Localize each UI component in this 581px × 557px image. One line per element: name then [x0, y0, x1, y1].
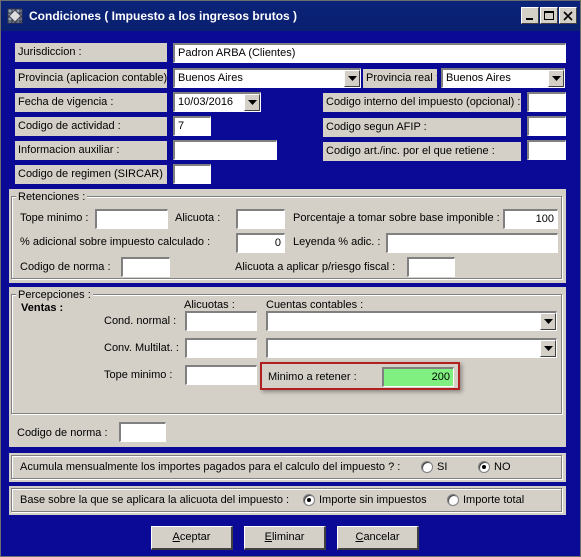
minimize-button[interactable] [521, 7, 539, 24]
chevron-down-icon [552, 76, 561, 81]
codigo-actividad-label: Codigo de actividad : [15, 117, 167, 136]
base-sin-impuestos-radio[interactable] [303, 494, 315, 506]
ret-alicuota-field[interactable] [236, 209, 285, 229]
provincia-real-label: Provincia real : [363, 69, 437, 88]
eliminar-button[interactable]: Eliminar [244, 526, 326, 550]
base-question: Base sobre la que se aplicara la alicuot… [20, 494, 290, 506]
fecha-vigencia-picker[interactable]: 10/03/2016 [173, 92, 261, 112]
codigo-interno-label: Codigo interno del impuesto (opcional) : [323, 93, 521, 112]
retenciones-group-label: Retenciones : [16, 191, 88, 203]
ret-alicuota-riesgo-label: Alicuota a aplicar p/riesgo fiscal : [235, 261, 396, 273]
codigo-afip-label: Codigo segun AFIP : [323, 118, 521, 137]
provincia-contable-dropdown[interactable] [344, 70, 360, 87]
provincia-contable-value: Buenos Aires [178, 72, 243, 84]
alicuotas-header: Alicuotas : [184, 299, 235, 311]
ret-alicuota-riesgo-field[interactable] [407, 257, 455, 277]
ret-tope-minimo-field[interactable] [95, 209, 168, 229]
close-button[interactable] [559, 7, 577, 24]
fecha-vigencia-dropdown[interactable] [244, 94, 260, 111]
codigo-art-label: Codigo art./inc. por el que retiene : [323, 142, 521, 161]
acumula-si-radio[interactable] [421, 461, 433, 473]
codigo-regimen-field[interactable] [173, 164, 211, 184]
provincia-real-dropdown[interactable] [548, 70, 564, 87]
cond-normal-label: Cond. normal : [104, 315, 177, 327]
jurisdiccion-label: Jurisdiccion : [15, 43, 167, 62]
cond-normal-cuenta-combo[interactable] [266, 311, 557, 331]
retenciones-panel: Retenciones : Tope minimo : Alicuota : P… [9, 189, 566, 283]
base-total-label[interactable]: Importe total [463, 494, 524, 506]
chevron-down-icon [348, 76, 357, 81]
acumula-question: Acumula mensualmente los importes pagado… [20, 461, 401, 473]
info-auxiliar-field[interactable] [173, 140, 277, 160]
fecha-vigencia-label: Fecha de vigencia : [15, 93, 167, 112]
ret-tope-minimo-label: Tope minimo : [20, 212, 89, 224]
chevron-down-icon [248, 100, 257, 105]
chevron-down-icon [544, 346, 553, 351]
ret-leyenda-field[interactable] [386, 233, 558, 253]
codigo-afip-field[interactable] [527, 116, 566, 136]
aceptar-button[interactable]: Aceptar [151, 526, 233, 550]
cond-normal-cuenta-dropdown[interactable] [540, 313, 556, 330]
perc-tope-minimo-label: Tope minimo : [104, 369, 173, 381]
base-sin-impuestos-label[interactable]: Importe sin impuestos [319, 494, 427, 506]
percepciones-panel: Percepciones : Ventas : Alicuotas : Cuen… [9, 287, 566, 447]
cancelar-label: ancelar [363, 531, 400, 543]
close-icon [563, 11, 573, 21]
conv-multilat-cuenta-combo[interactable] [266, 338, 557, 358]
acumula-no-label[interactable]: NO [494, 461, 511, 473]
acumula-panel: Acumula mensualmente los importes pagado… [9, 453, 566, 482]
cancelar-button[interactable]: Cancelar [337, 526, 419, 550]
provincia-contable-label: Provincia (aplicacion contable) [15, 69, 167, 88]
perc-codigo-norma-label: Codigo de norma : [17, 427, 108, 439]
provincia-real-combo[interactable]: Buenos Aires [441, 68, 565, 88]
provincia-real-value: Buenos Aires [446, 72, 511, 84]
conv-multilat-cuenta-dropdown[interactable] [540, 340, 556, 357]
cuentas-header: Cuentas contables : [266, 299, 364, 311]
acumula-si-label[interactable]: SI [437, 461, 447, 473]
fecha-vigencia-value: 10/03/2016 [178, 96, 234, 108]
provincia-contable-combo[interactable]: Buenos Aires [173, 68, 361, 88]
ventas-label: Ventas : [21, 302, 64, 314]
ret-porcentaje-label: Porcentaje a tomar sobre base imponible … [293, 212, 500, 224]
ret-alicuota-label: Alicuota : [175, 212, 221, 224]
ret-leyenda-label: Leyenda % adic. : [293, 236, 381, 248]
conditions-window: Condiciones ( Impuesto a los ingresos br… [0, 0, 581, 557]
base-panel: Base sobre la que se aplicara la alicuot… [9, 486, 566, 515]
conv-multilat-alicuota-field[interactable] [185, 338, 257, 358]
codigo-art-field[interactable] [527, 140, 566, 160]
title-bar[interactable]: Condiciones ( Impuesto a los ingresos br… [1, 1, 580, 31]
window-title: Condiciones ( Impuesto a los ingresos br… [29, 9, 298, 23]
codigo-actividad-field[interactable]: 7 [173, 116, 211, 136]
aceptar-label: ceptar [179, 531, 211, 543]
minimo-retener-highlight: Minimo a retener : 200 [260, 362, 460, 390]
maximize-icon [544, 11, 554, 20]
acumula-no-radio[interactable] [478, 461, 490, 473]
ret-codigo-norma-label: Codigo de norma : [20, 261, 111, 273]
perc-codigo-norma-field[interactable] [119, 422, 166, 442]
minimo-retener-label: Minimo a retener : [268, 371, 357, 383]
eliminar-label: liminar [271, 531, 305, 543]
minimo-retener-field[interactable]: 200 [382, 367, 454, 387]
codigo-regimen-label: Codigo de regimen (SIRCAR) : [15, 165, 167, 184]
ret-porcentaje-field[interactable]: 100 [503, 209, 558, 229]
codigo-interno-field[interactable] [527, 92, 566, 112]
minimize-icon [526, 18, 533, 20]
chevron-down-icon [544, 319, 553, 324]
maximize-button[interactable] [540, 7, 558, 24]
info-auxiliar-label: Informacion auxiliar : [15, 141, 167, 160]
jurisdiccion-field[interactable]: Padron ARBA (Clientes) [173, 43, 566, 63]
perc-tope-minimo-field[interactable] [185, 365, 257, 385]
percepciones-group-label: Percepciones : [16, 289, 93, 301]
ret-adicional-label: % adicional sobre impuesto calculado : [20, 236, 211, 248]
eliminar-accel: E [264, 531, 272, 543]
base-total-radio[interactable] [447, 494, 459, 506]
aceptar-accel: A [172, 531, 180, 543]
ret-adicional-field[interactable]: 0 [236, 233, 285, 253]
grid-app-icon [7, 8, 23, 24]
ret-codigo-norma-field[interactable] [121, 257, 170, 277]
cond-normal-alicuota-field[interactable] [185, 311, 257, 331]
conv-multilat-label: Conv. Multilat. : [104, 342, 179, 354]
